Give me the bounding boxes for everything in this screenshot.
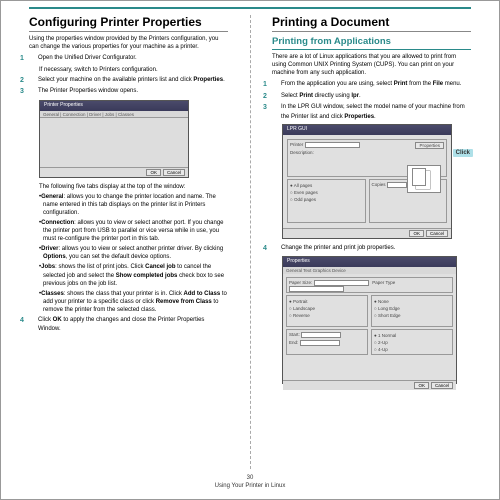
step-text: Click OK to apply the changes and close …	[38, 317, 204, 332]
nup-frame: 1 Normal 2-Up 4-Up	[371, 329, 453, 355]
step-number: 1	[272, 80, 281, 89]
manual-page: Configuring Printer Properties Using the…	[0, 0, 500, 500]
step-text: Select your machine on the available pri…	[38, 77, 225, 83]
ok-button: OK	[146, 169, 161, 176]
desc-row: Description:	[290, 150, 444, 155]
right-subtitle: Printing from Applications	[272, 36, 471, 50]
right-step-3: 3In the LPR GUI window, select the model…	[272, 103, 471, 121]
dialog-body: Paper Size: Paper Type Portrait Landscap…	[283, 274, 456, 380]
right-column: Printing a Document Printing from Applic…	[250, 1, 499, 499]
left-step-1: 1Open the Unified Driver Configurator.	[29, 54, 228, 63]
dialog-titlebar: LPR GUI	[283, 125, 451, 135]
dialog-tabs: General | Connection | Driver | Jobs | C…	[40, 111, 188, 118]
lpr-screenshot-wrap: LPR GUI Printer Properties Description: …	[272, 124, 471, 239]
properties-screenshot: Properties General Text Graphics Device …	[282, 256, 457, 384]
left-intro: Using the properties window provided by …	[29, 35, 228, 51]
ok-button: OK	[414, 382, 429, 389]
cancel-button: Cancel	[431, 382, 453, 389]
cancel-button: Cancel	[426, 230, 448, 237]
radio-1up: 1 Normal	[374, 332, 450, 339]
radio-long: Long Edge	[374, 305, 450, 312]
right-title: Printing a Document	[272, 15, 471, 32]
banners-frame: Start: End:	[286, 329, 368, 355]
radio-landscape: Landscape	[289, 305, 365, 312]
printer-properties-screenshot: Printer Properties General | Connection …	[39, 100, 189, 178]
step-number: 4	[272, 244, 281, 253]
right-step-1: 1From the application you are using, sel…	[272, 80, 471, 89]
left-step-3: 3The Printer Properties window opens.	[29, 87, 228, 96]
left-step-4: 4Click OK to apply the changes and close…	[29, 316, 228, 334]
dialog-body: Printer Properties Description: All page…	[283, 135, 451, 228]
dialog-footer: OK Cancel	[283, 380, 456, 390]
printer-row: Printer Properties	[290, 142, 444, 148]
copies-frame: Copies	[369, 179, 448, 223]
chk-reverse: Reverse	[289, 312, 365, 319]
radio-short: Short Edge	[374, 312, 450, 319]
step-number: 3	[272, 103, 281, 112]
left-title: Configuring Printer Properties	[29, 15, 228, 32]
step-text: Change the printer and print job propert…	[281, 245, 395, 251]
paper-size-row: Paper Size: Paper Type	[289, 280, 450, 292]
left-step-1-sub: If necessary, switch to Printers configu…	[39, 66, 228, 74]
left-step-2: 2Select your machine on the available pr…	[29, 76, 228, 85]
dialog-footer: OK Cancel	[283, 228, 451, 238]
left-column: Configuring Printer Properties Using the…	[1, 1, 250, 499]
lower-frames: All pages Even pages Odd pages Copies	[287, 179, 447, 225]
after-shot-text: The following five tabs display at the t…	[39, 183, 228, 191]
dialog-footer: OK Cancel	[40, 167, 188, 177]
step-text: The Printer Properties window opens.	[38, 88, 138, 94]
footer-text: Using Your Printer in Linux	[1, 483, 499, 491]
step-number: 2	[272, 92, 281, 101]
radio-none: None	[374, 298, 450, 305]
copies-spinner	[387, 182, 407, 188]
radio-all: All pages	[290, 182, 363, 189]
duplex-frame: None Long Edge Short Edge	[371, 295, 453, 327]
page-number: 30	[1, 475, 499, 483]
banner-end: End:	[289, 340, 365, 346]
radio-odd: Odd pages	[290, 196, 363, 203]
page-preview-icon	[407, 165, 441, 193]
step-text: In the LPR GUI window, select the model …	[281, 104, 465, 119]
range-frame: All pages Even pages Odd pages	[287, 179, 366, 223]
radio-4up: 4-Up	[374, 346, 450, 353]
cancel-button: Cancel	[163, 169, 185, 176]
step-number: 3	[29, 87, 38, 96]
radio-2up: 2-Up	[374, 339, 450, 346]
banner-start: Start:	[289, 332, 365, 338]
bullet-general: •General: allows you to change the print…	[39, 193, 228, 217]
right-intro: There are a lot of Linux applications th…	[272, 53, 471, 77]
type-dropdown	[289, 286, 344, 292]
dialog-tabs: General Text Graphics Device	[283, 267, 456, 274]
step-text: Open the Unified Driver Configurator.	[38, 55, 137, 61]
orient-duplex: Portrait Landscape Reverse None Long Edg…	[286, 295, 453, 329]
bullet-jobs: •Jobs: shows the list of print jobs. Cli…	[39, 263, 228, 287]
right-step-4: 4Change the printer and print job proper…	[272, 244, 471, 253]
page-footer: 30 Using Your Printer in Linux	[1, 475, 499, 491]
lpr-gui-screenshot: LPR GUI Printer Properties Description: …	[282, 124, 452, 239]
step-number: 4	[29, 316, 38, 325]
bullet-driver: •Driver: allows you to view or select an…	[39, 245, 228, 261]
printer-dropdown	[305, 142, 360, 148]
dialog-body	[40, 118, 188, 167]
step-number: 1	[29, 54, 38, 63]
dialog-titlebar: Printer Properties	[40, 101, 188, 111]
step-text: From the application you are using, sele…	[281, 81, 461, 87]
dialog-titlebar: Properties	[283, 257, 456, 267]
bullet-classes: •Classes: shows the class that your prin…	[39, 290, 228, 314]
orientation-frame: Portrait Landscape Reverse	[286, 295, 368, 327]
radio-even: Even pages	[290, 189, 363, 196]
properties-button: Properties	[415, 142, 444, 149]
bullet-connection: •Connection: allows you to view or selec…	[39, 219, 228, 243]
right-step-2: 2Select Print directly using lpr.	[272, 92, 471, 101]
radio-portrait: Portrait	[289, 298, 365, 305]
step-number: 2	[29, 76, 38, 85]
paper-frame: Paper Size: Paper Type	[286, 277, 453, 293]
click-callout: Click	[453, 149, 473, 157]
step-text: Select Print directly using lpr.	[281, 93, 361, 99]
banner-nup: Start: End: 1 Normal 2-Up 4-Up	[286, 329, 453, 357]
ok-button: OK	[409, 230, 424, 237]
